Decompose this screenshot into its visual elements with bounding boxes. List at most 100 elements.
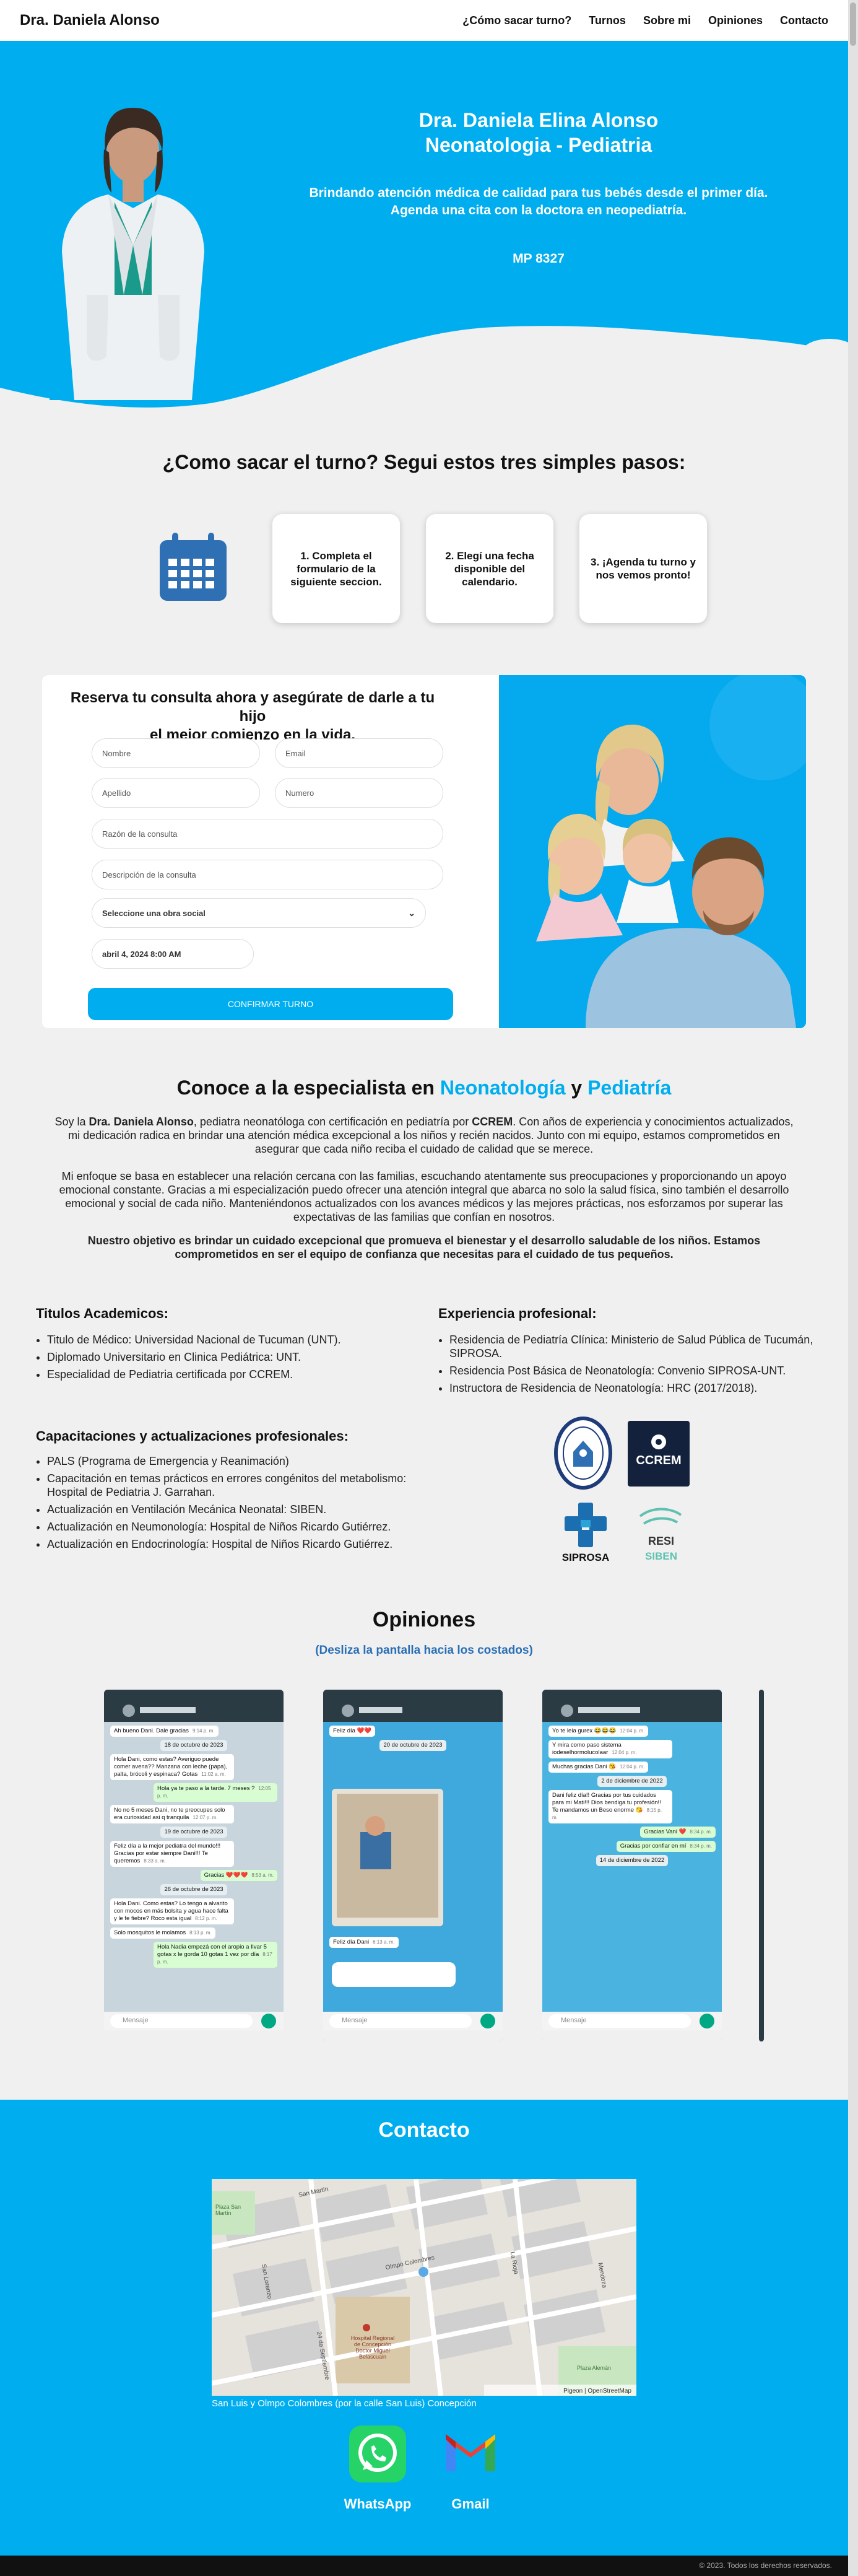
chat-time: 6:13 a. m. [373,1939,395,1945]
map-attribution[interactable]: Pigeon | OpenStreetMap [563,2388,631,2395]
navbar: Dra. Daniela Alonso ¿Cómo sacar turno? T… [0,0,848,41]
hero-title-line1: Dra. Daniela Elina Alonso [418,109,659,131]
about-p1-org: CCREM [472,1116,513,1128]
chat-time: 11:02 a. m. [201,1771,226,1777]
chat-date-text: 2 de diciembre de 2022 [597,1776,667,1787]
chat-time: 8:53 a. m. [251,1872,274,1878]
message-input-placeholder: Mensaje [342,2017,368,2024]
chat-date-text: 19 de octubre de 2023 [160,1827,227,1838]
about-title-neonatologia: Neonatología [440,1076,566,1099]
chat-message: Feliz día Dani 6:13 a. m. [329,1937,496,1948]
chat-message: Gracias por confiar en mí 8:34 p. m. [548,1841,716,1852]
nav-links: ¿Cómo sacar turno? Turnos Sobre mi Opini… [462,14,828,27]
contact-title: Contacto [378,2118,470,2142]
chevron-down-icon: ⌄ [408,907,415,918]
chat-date-separator: 14 de diciembre de 2022 [548,1855,716,1866]
email-field[interactable]: Email [275,738,443,768]
opinion-screenshot-1[interactable]: Mensaje Ah bueno Dani. Dale gracias9:14 … [104,1690,284,2041]
nav-link-sobre-mi[interactable]: Sobre mi [643,14,691,27]
nav-link-turnos[interactable]: Turnos [589,14,626,27]
chat-bubble: Gracias por confiar en mí 8:34 p. m. [616,1841,716,1852]
training-item: Capacitación en temas prácticos en error… [47,1472,432,1499]
nombre-field[interactable]: Nombre [92,738,260,768]
opinion-screenshot-2[interactable]: Feliz día ❤️❤️ 20 de octubre de 2023 Feliz… [323,1690,503,2041]
chat-bubble: Yo te leia gurex 😂😂😂 12:04 p. m. [548,1726,649,1737]
opinion-screenshot-3[interactable]: Yo te leia gurex 😂😂😂 12:04 p. m. Y mira co… [542,1690,722,2041]
training-item: Actualización en Ventilación Mecánica Ne… [47,1503,432,1516]
razon-consulta-field[interactable]: Razón de la consulta [92,819,443,849]
experience-list: Residencia de Pediatría Clínica: Ministe… [438,1333,816,1399]
page-scrollbar[interactable] [848,0,858,2576]
map-graphic [212,2179,636,2396]
chat-time: 12:04 p. m. [612,1750,637,1755]
experience-item: Residencia de Pediatría Clínica: Ministe… [449,1333,816,1360]
chat-bubble: Ah bueno Dani. Dale gracias 9:14 p. m. [110,1726,219,1737]
gmail-icon[interactable] [442,2425,499,2482]
chat-bubble: Feliz día ❤️❤️ [329,1726,376,1737]
location-map[interactable]: San Martín Olmpo Colombres San Lorenzo L… [212,2179,636,2396]
gmail-label[interactable]: Gmail [421,2496,520,2512]
brand-title[interactable]: Dra. Daniela Alonso [20,12,160,29]
hero-section: Dra. Daniela Elina Alonso Neonatologia -… [0,41,848,425]
map-label-place: Plaza San Martín [215,2204,241,2216]
chat-bubble: Feliz día Dani 6:13 a. m. [329,1937,399,1948]
doctor-photo [50,90,217,400]
siprosa-logo: SIPROSA [562,1503,610,1563]
calendar-icon [160,533,227,601]
siprosa-logo-text: SIPROSA [562,1552,610,1563]
training-title: Capacitaciones y actualizaciones profesi… [36,1428,349,1444]
chat-time: 8:34 p. m. [690,1829,712,1835]
chat-date-separator: 2 de diciembre de 2022 [548,1776,716,1787]
apellido-field[interactable]: Apellido [92,778,260,808]
descripcion-consulta-field[interactable]: Descripción de la consulta [92,860,443,889]
academic-item: Titulo de Médico: Universidad Nacional d… [47,1333,420,1347]
chat-date-separator: 18 de octubre de 2023 [110,1740,277,1751]
hero-subtitle-line1: Brindando atención médica de calidad par… [309,186,768,200]
chat-time: 8:13 p. m. [189,1930,212,1936]
about-title: Conoce a la especialista en Neonatología… [0,1076,848,1099]
chat-message: Hola Nadia empezá con el aropio a Ilvar … [110,1942,277,1968]
nav-link-contacto[interactable]: Contacto [780,14,828,27]
obra-social-select-value: Seleccione una obra social [102,908,206,918]
hero-subtitle-line2: Agenda una cita con la doctora en neoped… [390,203,687,217]
chat-bubble: Muchas gracias Dani 😘 12:04 p. m. [548,1762,649,1773]
opinion-screenshot-4-partial[interactable] [759,1690,764,2041]
hero-subtitle: Brindando atención médica de calidad par… [285,185,792,219]
chat-time: 12:07 p. m. [193,1815,218,1820]
training-item: Actualización en Endocrinología: Hospita… [47,1537,432,1551]
booking-title: Reserva tu consulta ahora y asegúrate de… [61,689,444,744]
about-p1-name: Dra. Daniela Alonso [89,1116,194,1128]
chat-time: 12:04 p. m. [620,1764,645,1770]
nav-link-como-sacar-turno[interactable]: ¿Cómo sacar turno? [462,14,571,27]
ccrem-logo-text: CCREM [636,1454,681,1467]
chat-message: Solo mosquitos le molamos 8:13 p. m. [110,1928,277,1939]
step-card-2: 2. Elegí una fecha disponible del calend… [426,514,553,623]
confirm-turno-button[interactable]: CONFIRMAR TURNO [88,988,453,1020]
chat-message: Ah bueno Dani. Dale gracias 9:14 p. m. [110,1726,277,1737]
chat-message: Dani feliz día!! Gracias por tus cuidado… [548,1790,716,1823]
license-number: MP 8327 [513,251,565,266]
numero-field[interactable]: Numero [275,778,443,808]
scrollbar-thumb[interactable] [850,2,856,46]
footer: © 2023. Todos los derechos reservados. [0,2556,848,2576]
chat-bubble: Solo mosquitos le molamos 8:13 p. m. [110,1928,215,1939]
family-photo [499,675,806,1028]
chat-messages: Feliz día ❤️❤️ 20 de octubre de 2023 Feliz… [329,1726,496,1951]
contact-section: Contacto San Martín Olmpo Colombres San … [0,2100,848,2556]
chat-bubble: Dani feliz día!! Gracias por tus cuidado… [548,1790,672,1823]
whatsapp-icon[interactable] [349,2425,406,2482]
opinions-subtitle: (Desliza la pantalla hacia los costados) [315,1644,533,1657]
contact-address: San Luis y Olmpo Colombres (por la calle… [212,2398,477,2409]
chat-time: 8:17 p. m. [157,1952,272,1965]
nav-link-opiniones[interactable]: Opiniones [708,14,763,27]
chat-date-text: 20 de octubre de 2023 [379,1740,446,1751]
whatsapp-label[interactable]: WhatsApp [328,2496,427,2512]
chat-message: Yo te leia gurex 😂😂😂 12:04 p. m. [548,1726,716,1737]
chat-time: 9:14 p. m. [192,1728,215,1734]
about-paragraph-3: Nuestro objetivo es brindar un cuidado e… [87,1234,761,1260]
obra-social-select[interactable]: Seleccione una obra social ⌄ [92,898,426,928]
date-field[interactable]: abril 4, 2024 8:00 AM [92,939,254,969]
chat-bubble: Hola Dani, como estas? Averiguo puede co… [110,1754,234,1780]
academic-list: Titulo de Médico: Universidad Nacional d… [36,1333,420,1385]
chat-message: Gracias Vani ❤️ 8:34 p. m. [548,1827,716,1838]
